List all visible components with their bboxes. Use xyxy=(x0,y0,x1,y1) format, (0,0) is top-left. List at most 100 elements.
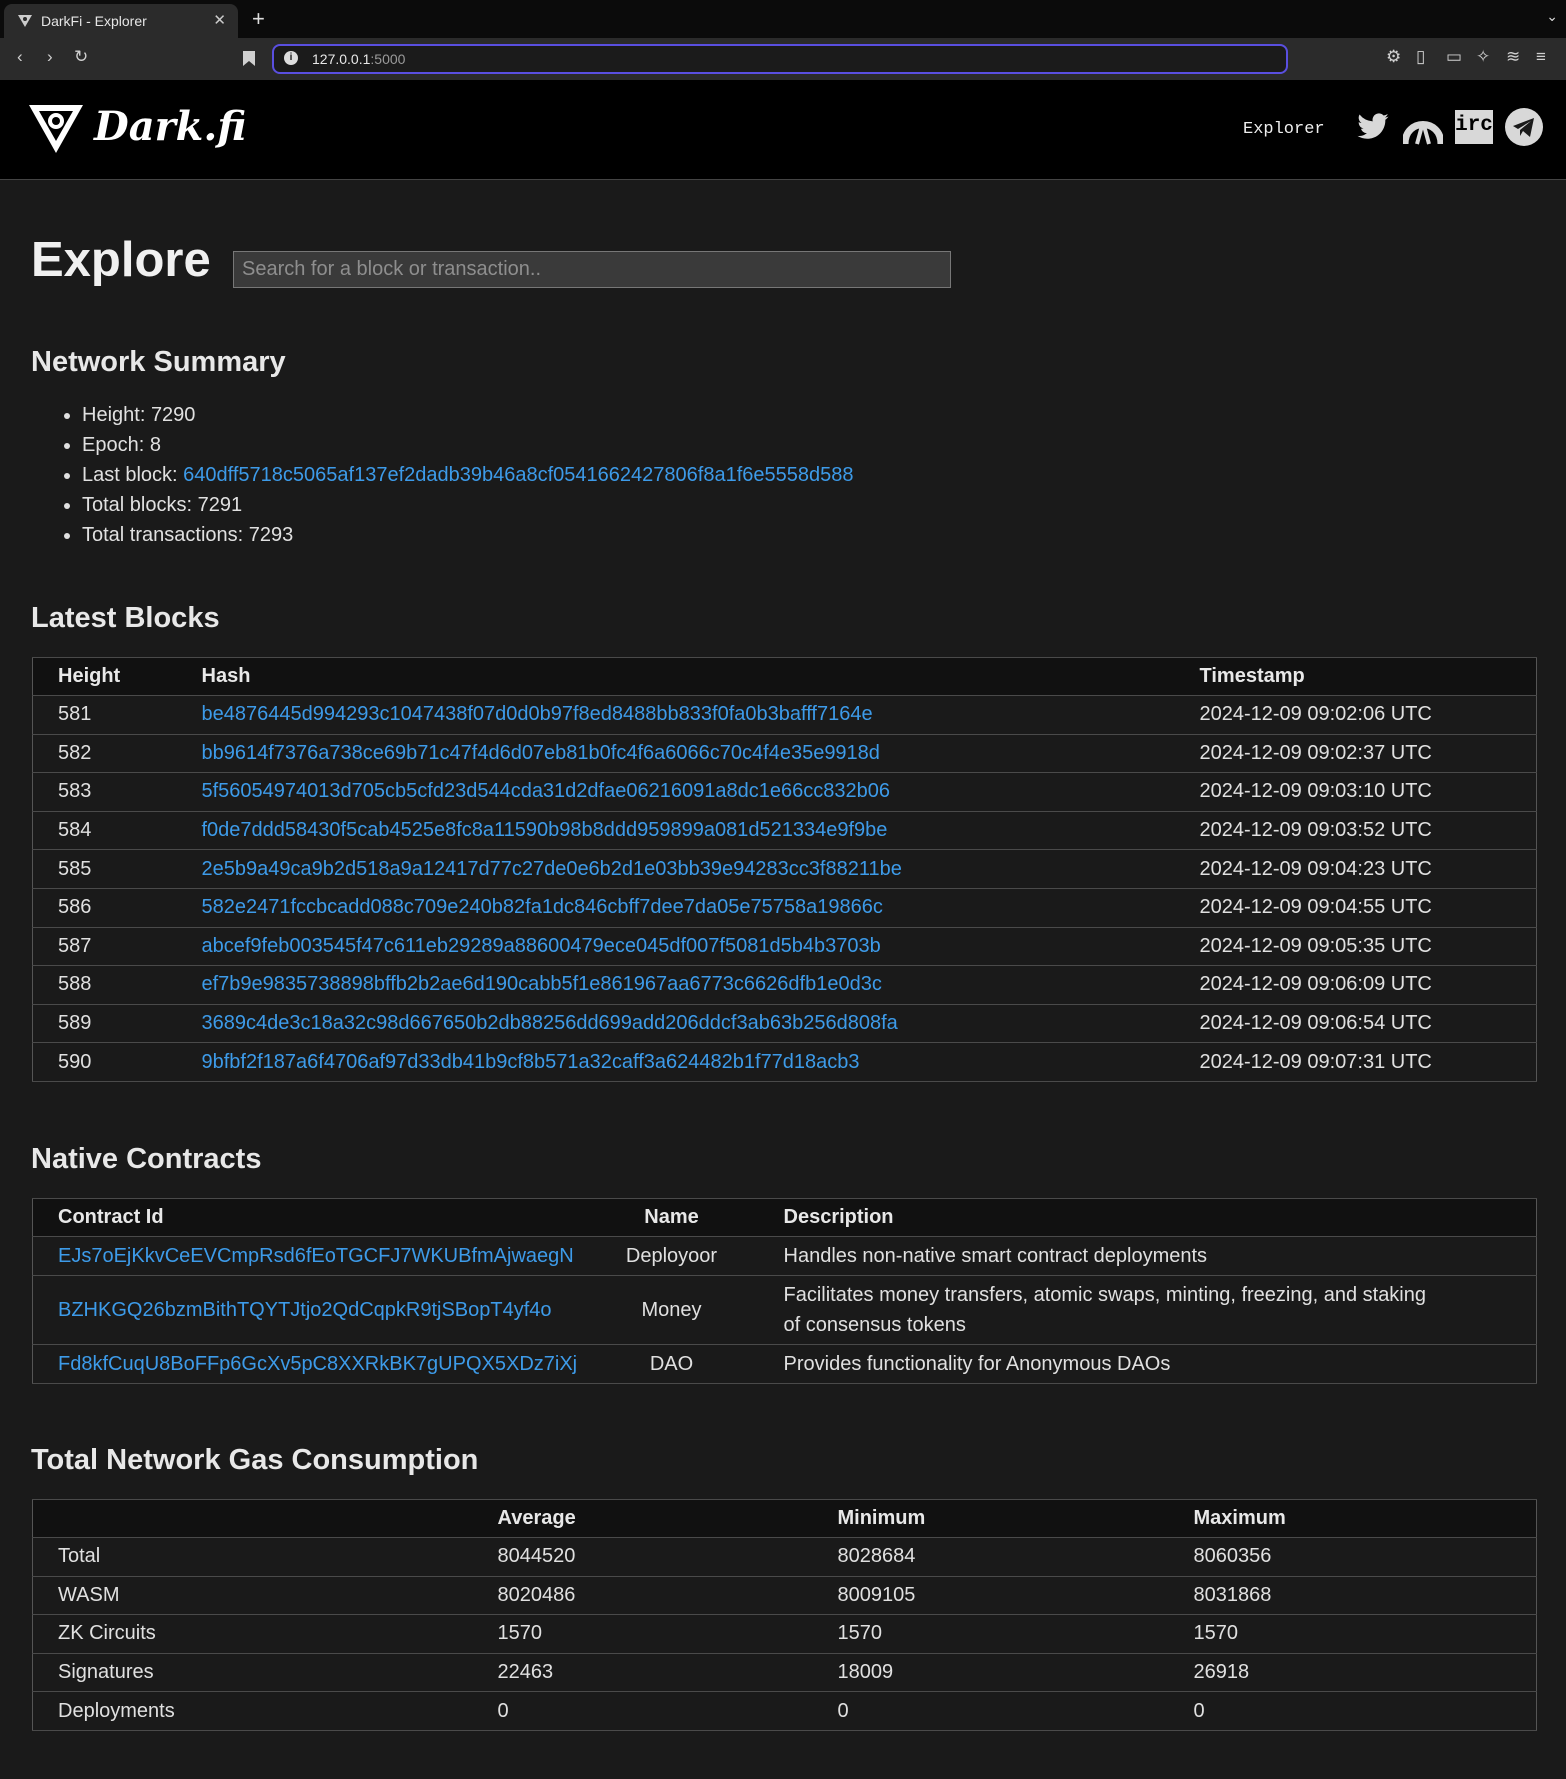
block-height: 584 xyxy=(32,810,177,851)
column-header-timestamp: Timestamp xyxy=(1174,657,1537,696)
browser-tab[interactable]: DarkFi - Explorer ✕ xyxy=(4,4,238,38)
search-input[interactable] xyxy=(233,251,951,288)
irc-icon[interactable]: irc xyxy=(1455,110,1493,144)
block-hash-link[interactable]: bb9614f7376a738ce69b71c47f4d6d07eb81b0fc… xyxy=(202,742,880,764)
tab-close-icon[interactable]: ✕ xyxy=(213,11,226,29)
block-height: 585 xyxy=(32,849,177,889)
table-row: ZK Circuits 1570 1570 1570 xyxy=(32,1614,1537,1654)
contract-description: Handles non-native smart contract deploy… xyxy=(758,1236,1537,1276)
address-bar[interactable]: i 127.0.0.1:5000 xyxy=(272,44,1288,74)
network-summary-heading: Network Summary xyxy=(31,346,286,378)
table-row: Deployments 0 0 0 xyxy=(32,1691,1537,1731)
leo-ai-icon[interactable]: ✧ xyxy=(1476,47,1490,67)
block-timestamp: 2024-12-09 09:02:37 UTC xyxy=(1174,733,1537,774)
contract-name: Deployoor xyxy=(584,1236,759,1276)
table-row: 590 9bfbf2f187a6f4706af97d33db41b9cf8b571… xyxy=(32,1042,1537,1082)
block-hash-link[interactable]: 9bfbf2f187a6f4706af97d33db41b9cf8b571a32… xyxy=(202,1051,860,1073)
table-header-row: Average Minimum Maximum xyxy=(32,1499,1537,1538)
site-info-icon[interactable]: i xyxy=(284,51,298,65)
extensions-icon[interactable]: ⚙ xyxy=(1386,47,1401,67)
gas-average: 0 xyxy=(472,1691,813,1731)
table-row: 585 2e5b9a49ca9b2d518a9a12417d77c27de0e6b… xyxy=(32,849,1537,889)
block-timestamp: 2024-12-09 09:03:10 UTC xyxy=(1174,772,1537,812)
page-title: Explore xyxy=(31,233,211,287)
gas-minimum: 8028684 xyxy=(812,1537,1169,1577)
table-row: 581 be4876445d994293c1047438f07d0d0b97f8e… xyxy=(32,695,1537,735)
gas-average: 8044520 xyxy=(472,1537,813,1577)
block-hash-link[interactable]: be4876445d994293c1047438f07d0d0b97f8ed84… xyxy=(202,703,873,725)
table-row: 588 ef7b9e9835738898bffb2b2ae6d190cabb5f1… xyxy=(32,965,1537,1005)
network-summary-list: Height: 7290 Epoch: 8 Last block: 640dff… xyxy=(52,400,853,550)
gas-metric-label: WASM xyxy=(32,1575,473,1616)
mastodon-icon[interactable] xyxy=(1403,108,1443,146)
gas-metric-label: Deployments xyxy=(32,1691,473,1731)
url-host: 127.0.0.1 xyxy=(312,51,371,67)
native-contracts-heading: Native Contracts xyxy=(31,1143,262,1175)
block-timestamp: 2024-12-09 09:06:09 UTC xyxy=(1174,965,1537,1005)
summary-total-blocks: Total blocks: 7291 xyxy=(82,490,853,520)
block-timestamp: 2024-12-09 09:05:35 UTC xyxy=(1174,926,1537,967)
block-height: 590 xyxy=(32,1042,177,1082)
contract-id-link[interactable]: BZHKGQ26bzmBithTQYTJtjo2QdCqpkR9tjSBopT4… xyxy=(58,1299,552,1321)
wallet-icon[interactable]: ▭ xyxy=(1446,47,1462,67)
column-header-metric xyxy=(32,1499,473,1538)
block-height: 581 xyxy=(32,695,177,735)
block-hash-link[interactable]: 2e5b9a49ca9b2d518a9a12417d77c27de0e6b2d1… xyxy=(202,858,902,880)
contract-id-link[interactable]: EJs7oEjKkvCeEVCmpRsd6fEoTGCFJ7WKUBfmAjwa… xyxy=(58,1245,574,1267)
vpn-icon[interactable]: ≋ xyxy=(1506,47,1520,67)
summary-height: Height: 7290 xyxy=(82,400,853,430)
gas-average: 22463 xyxy=(472,1652,813,1693)
darkfi-logo-icon[interactable] xyxy=(27,103,85,155)
block-timestamp: 2024-12-09 09:02:06 UTC xyxy=(1174,695,1537,735)
menu-icon[interactable]: ≡ xyxy=(1536,47,1546,67)
block-hash-link[interactable]: ef7b9e9835738898bffb2b2ae6d190cabb5f1e86… xyxy=(202,973,882,995)
last-block-link[interactable]: 640dff5718c5065af137ef2dadb39b46a8cf0541… xyxy=(183,464,853,486)
forward-icon[interactable]: › xyxy=(47,47,53,67)
table-header-row: Height Hash Timestamp xyxy=(32,657,1537,696)
table-row: Fd8kfCuqU8BoFFp6GcXv5pC8XXRkBK7gUPQX5XDz… xyxy=(32,1344,1537,1384)
gas-minimum: 18009 xyxy=(812,1652,1169,1693)
summary-epoch: Epoch: 8 xyxy=(82,430,853,460)
block-hash-link[interactable]: abcef9feb003545f47c611eb29289a88600479ec… xyxy=(202,935,881,957)
column-header-hash: Hash xyxy=(176,657,1175,696)
darkfi-favicon-icon xyxy=(18,15,32,27)
table-header-row: Contract Id Name Description xyxy=(32,1198,1537,1237)
block-timestamp: 2024-12-09 09:04:55 UTC xyxy=(1174,887,1537,928)
block-hash-link[interactable]: 5f56054974013d705cb5cfd23d544cda31d2dfae… xyxy=(202,780,890,802)
gas-consumption-table: Average Minimum Maximum Total 8044520 8028… xyxy=(32,1499,1537,1731)
twitter-icon[interactable] xyxy=(1354,110,1392,144)
telegram-icon[interactable] xyxy=(1505,108,1543,146)
gas-maximum: 1570 xyxy=(1168,1614,1537,1654)
table-row: 584 f0de7ddd58430f5cab4525e8fc8a11590b98b… xyxy=(32,810,1537,851)
gas-maximum: 8031868 xyxy=(1168,1575,1537,1616)
contract-description: Provides functionality for Anonymous DAO… xyxy=(758,1344,1537,1384)
latest-blocks-heading: Latest Blocks xyxy=(31,602,220,634)
reload-icon[interactable]: ↻ xyxy=(74,47,88,67)
gas-average: 1570 xyxy=(472,1614,813,1654)
table-row: Signatures 22463 18009 26918 xyxy=(32,1652,1537,1693)
tab-title: DarkFi - Explorer xyxy=(41,13,147,29)
new-tab-icon[interactable]: + xyxy=(252,6,265,32)
gas-minimum: 1570 xyxy=(812,1614,1169,1654)
block-hash-link[interactable]: 3689c4de3c18a32c98d667650b2db88256dd699a… xyxy=(202,1012,898,1034)
gas-metric-label: Total xyxy=(32,1537,473,1577)
column-header-average: Average xyxy=(472,1499,813,1538)
block-height: 588 xyxy=(32,965,177,1005)
nav-explorer-link[interactable]: Explorer xyxy=(1243,120,1325,139)
block-timestamp: 2024-12-09 09:04:23 UTC xyxy=(1174,849,1537,889)
bookmark-icon[interactable] xyxy=(243,51,255,66)
summary-last-block: Last block: 640dff5718c5065af137ef2dadb3… xyxy=(82,460,853,490)
sidebar-icon[interactable]: ▯ xyxy=(1416,47,1425,67)
tab-list-chevron-icon[interactable]: ⌄ xyxy=(1546,8,1558,25)
block-hash-link[interactable]: f0de7ddd58430f5cab4525e8fc8a11590b98b8dd… xyxy=(202,819,888,841)
contract-name: Money xyxy=(584,1275,759,1345)
block-hash-link[interactable]: 582e2471fccbcadd088c709e240b82fa1dc846cb… xyxy=(202,896,883,918)
column-header-maximum: Maximum xyxy=(1168,1499,1537,1538)
native-contracts-table: Contract Id Name Description EJs7oEjKkvC… xyxy=(32,1198,1537,1384)
darkfi-logo-text[interactable]: Dark.fi xyxy=(94,103,246,150)
summary-total-transactions: Total transactions: 7293 xyxy=(82,520,853,550)
column-header-minimum: Minimum xyxy=(812,1499,1169,1538)
back-icon[interactable]: ‹ xyxy=(17,47,23,67)
table-row: 587 abcef9feb003545f47c611eb29289a8860047… xyxy=(32,926,1537,967)
contract-id-link[interactable]: Fd8kfCuqU8BoFFp6GcXv5pC8XXRkBK7gUPQX5XDz… xyxy=(58,1353,577,1375)
